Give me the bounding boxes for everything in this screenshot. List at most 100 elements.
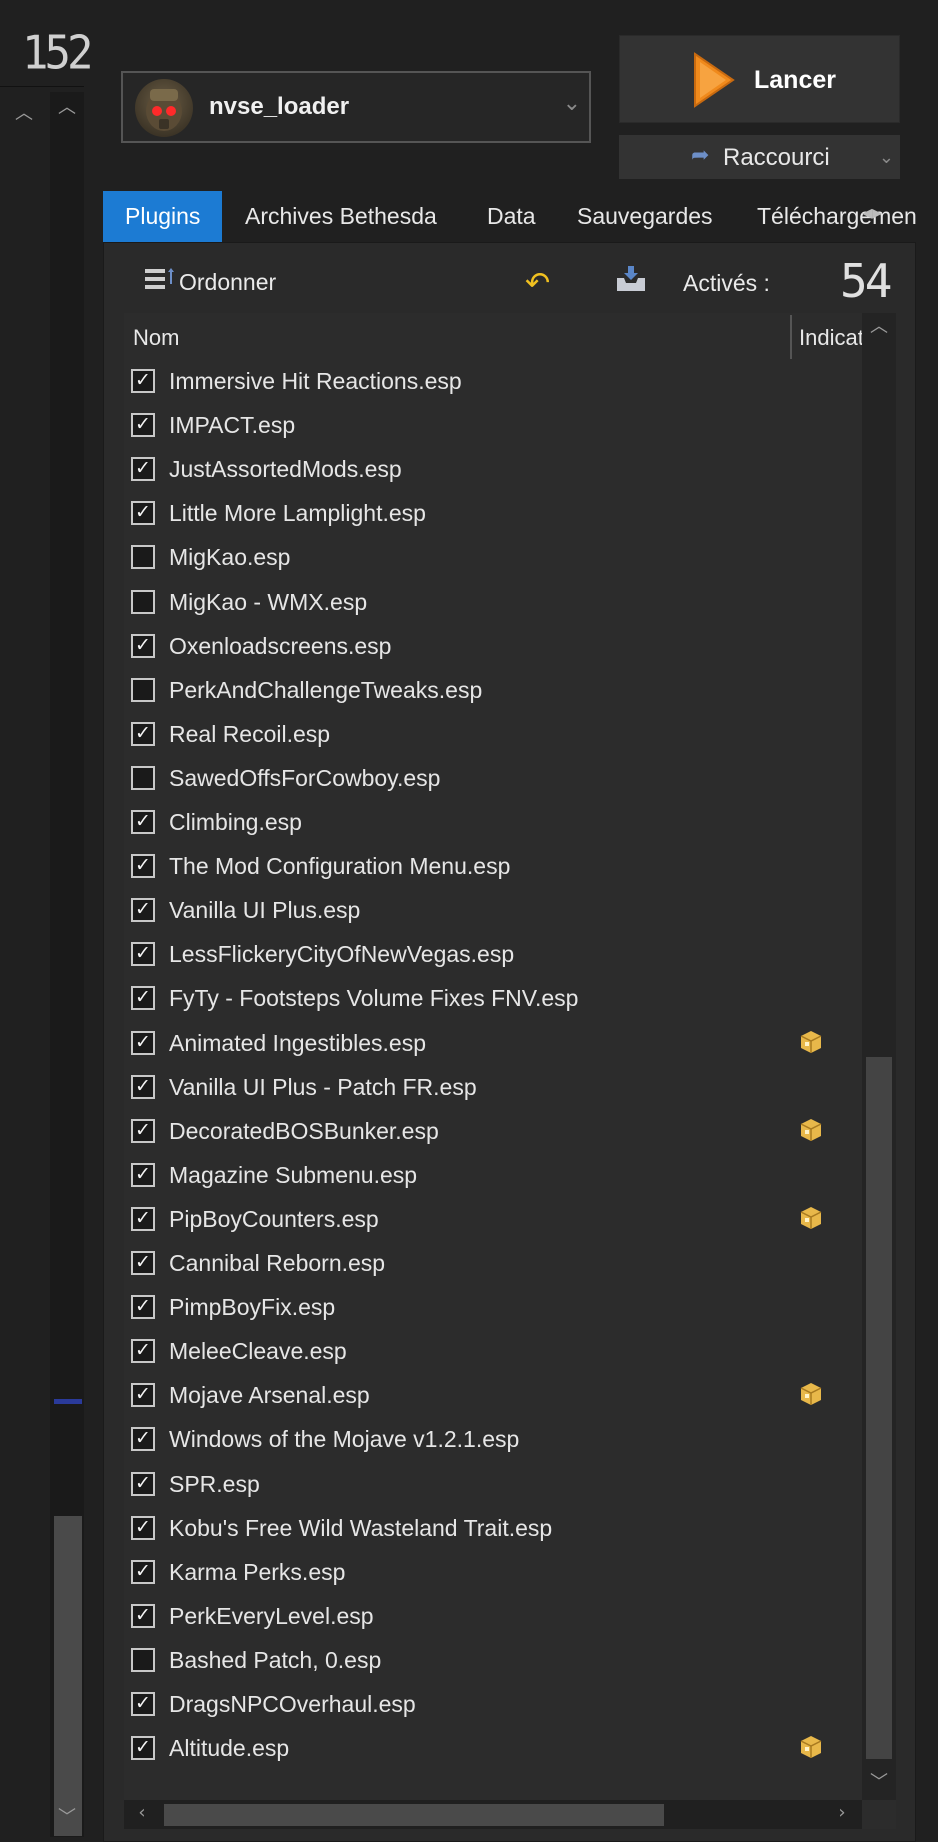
plugin-checkbox[interactable]: ✓: [131, 1295, 155, 1320]
profile-dropdown[interactable]: nvse_loader ⌄: [121, 71, 591, 143]
plugin-checkbox[interactable]: [131, 589, 155, 614]
plugin-checkbox[interactable]: ✓: [131, 369, 155, 393]
checkmark-icon: ✓: [135, 1206, 151, 1229]
plugin-row[interactable]: ✓ SPR.esp: [124, 1464, 862, 1508]
column-header-name[interactable]: Nom: [133, 325, 179, 351]
plugin-checkbox[interactable]: ✓: [131, 1559, 155, 1584]
plugin-row[interactable]: ✓ FyTy - Footsteps Volume Fixes FNV.esp: [124, 978, 862, 1022]
plugin-row[interactable]: ✓ JustAssortedMods.esp: [124, 449, 862, 493]
tab-downloads[interactable]: Téléchargements: [735, 191, 917, 242]
plugin-row[interactable]: ✓ Animated Ingestibles.esp: [124, 1023, 862, 1067]
tab-saves[interactable]: Sauvegardes: [555, 191, 735, 242]
plugin-row[interactable]: ✓ Karma Perks.esp: [124, 1552, 862, 1596]
scroll-up-icon[interactable]: ︿: [869, 317, 889, 337]
plugin-row[interactable]: ✓ Cannibal Reborn.esp: [124, 1243, 862, 1287]
plugin-checkbox[interactable]: ✓: [131, 1339, 155, 1364]
plugin-row[interactable]: ✓ PerkEveryLevel.esp: [124, 1596, 862, 1640]
plugin-row[interactable]: ✓ Windows of the Mojave v1.2.1.esp: [124, 1419, 862, 1463]
plugin-checkbox[interactable]: ✓: [131, 1515, 155, 1540]
tab-archives[interactable]: Archives Bethesda: [223, 191, 459, 242]
list-vertical-thumb[interactable]: [866, 1057, 892, 1759]
tab-scroll-arrows-icon[interactable]: ◂▸: [862, 200, 882, 224]
plugin-checkbox[interactable]: ✓: [131, 1162, 155, 1187]
plugin-checkbox[interactable]: ✓: [131, 1692, 155, 1716]
tab-data[interactable]: Data: [465, 191, 558, 242]
plugin-checkbox[interactable]: ✓: [131, 1206, 155, 1231]
column-divider[interactable]: [790, 315, 792, 359]
plugin-row[interactable]: ✓ Mojave Arsenal.esp: [124, 1375, 862, 1419]
plugin-row[interactable]: ✓ Little More Lamplight.esp: [124, 493, 862, 537]
plugin-name: Mojave Arsenal.esp: [169, 1382, 370, 1409]
plugin-checkbox[interactable]: ✓: [131, 721, 155, 746]
plugin-row[interactable]: ✓ LessFlickeryCityOfNewVegas.esp: [124, 934, 862, 978]
plugin-checkbox[interactable]: ✓: [131, 1427, 155, 1452]
plugin-checkbox[interactable]: ✓: [131, 810, 155, 834]
plugin-checkbox[interactable]: ✓: [131, 898, 155, 923]
plugin-row[interactable]: ✓ DragsNPCOverhaul.esp: [124, 1684, 862, 1728]
list-horizontal-thumb[interactable]: [164, 1804, 664, 1826]
plugin-checkbox[interactable]: ✓: [131, 854, 155, 879]
plugin-checkbox[interactable]: ✓: [131, 942, 155, 967]
plugin-row[interactable]: ✓ DecoratedBOSBunker.esp: [124, 1111, 862, 1155]
plugin-checkbox[interactable]: ✓: [131, 633, 155, 658]
plugin-row[interactable]: ✓ Real Recoil.esp: [124, 714, 862, 758]
checkmark-icon: ✓: [135, 898, 151, 921]
plugin-row[interactable]: ✓ MeleeCleave.esp: [124, 1331, 862, 1375]
plugin-checkbox[interactable]: [131, 765, 155, 790]
plugin-checkbox[interactable]: ✓: [131, 1603, 155, 1628]
left-scroll-up-icon[interactable]: ︿: [57, 98, 77, 118]
launch-button[interactable]: Lancer: [619, 35, 900, 123]
checkmark-icon: ✓: [135, 1118, 151, 1141]
plugin-name: MeleeCleave.esp: [169, 1338, 347, 1365]
plugin-row[interactable]: ✓ Altitude.esp: [124, 1728, 862, 1772]
save-icon[interactable]: [614, 264, 648, 294]
plugin-row[interactable]: ✓ PimpBoyFix.esp: [124, 1287, 862, 1331]
sort-icon[interactable]: [144, 266, 176, 292]
left-scroll-thumb[interactable]: [54, 1516, 82, 1836]
left-scroll-down-icon[interactable]: ﹀: [57, 1808, 77, 1828]
plugin-checkbox[interactable]: [131, 677, 155, 702]
plugin-row[interactable]: ✓ IMPACT.esp: [124, 405, 862, 449]
shortcut-button[interactable]: ➦ Raccourci ⌄: [619, 135, 900, 179]
plugin-checkbox[interactable]: [131, 545, 155, 570]
plugin-checkbox[interactable]: ✓: [131, 1736, 155, 1761]
sort-button[interactable]: Ordonner: [179, 269, 276, 296]
plugin-name: Altitude.esp: [169, 1735, 290, 1762]
plugin-row[interactable]: ✓ PipBoyCounters.esp: [124, 1199, 862, 1243]
plugin-checkbox[interactable]: ✓: [131, 1471, 155, 1496]
plugin-row[interactable]: ✓ Kobu's Free Wild Wasteland Trait.esp: [124, 1508, 862, 1552]
plugin-row[interactable]: ✓ Magazine Submenu.esp: [124, 1155, 862, 1199]
plugin-row[interactable]: MigKao.esp: [124, 537, 862, 581]
plugin-row[interactable]: ✓ The Mod Configuration Menu.esp: [124, 846, 862, 890]
list-horizontal-scrollbar[interactable]: ‹ ›: [124, 1800, 862, 1829]
plugin-checkbox[interactable]: ✓: [131, 1074, 155, 1099]
plugin-row[interactable]: ✓ Vanilla UI Plus.esp: [124, 890, 862, 934]
plugin-checkbox[interactable]: ✓: [131, 413, 155, 438]
plugin-row[interactable]: ✓ Vanilla UI Plus - Patch FR.esp: [124, 1067, 862, 1111]
scroll-left-icon[interactable]: ‹: [132, 1803, 152, 1823]
plugin-checkbox[interactable]: ✓: [131, 457, 155, 482]
plugin-checkbox[interactable]: ✓: [131, 1030, 155, 1055]
plugin-checkbox[interactable]: ✓: [131, 501, 155, 526]
plugin-row[interactable]: SawedOffsForCowboy.esp: [124, 758, 862, 802]
plugin-checkbox[interactable]: [131, 1647, 155, 1672]
plugin-checkbox[interactable]: ✓: [131, 986, 155, 1011]
plugin-row[interactable]: ✓ Oxenloadscreens.esp: [124, 626, 862, 670]
plugin-row[interactable]: PerkAndChallengeTweaks.esp: [124, 670, 862, 714]
plugin-name: SPR.esp: [169, 1470, 260, 1497]
plugin-checkbox[interactable]: ✓: [131, 1118, 155, 1143]
left-collapse-chevron-icon[interactable]: ︿: [14, 104, 34, 124]
tab-plugins[interactable]: Plugins: [103, 191, 223, 242]
undo-icon[interactable]: ↶: [525, 266, 550, 301]
plugin-row[interactable]: Bashed Patch, 0.esp: [124, 1640, 862, 1684]
plugin-row[interactable]: ✓ Climbing.esp: [124, 802, 862, 846]
chevron-down-icon[interactable]: ⌄: [879, 147, 894, 168]
scroll-right-icon[interactable]: ›: [832, 1803, 852, 1823]
plugin-row[interactable]: MigKao - WMX.esp: [124, 582, 862, 626]
plugin-checkbox[interactable]: ✓: [131, 1251, 155, 1275]
scroll-down-icon[interactable]: ﹀: [869, 1773, 889, 1793]
plugin-name: Windows of the Mojave v1.2.1.esp: [169, 1426, 520, 1453]
plugin-checkbox[interactable]: ✓: [131, 1383, 155, 1408]
plugin-row[interactable]: ✓ Immersive Hit Reactions.esp: [124, 361, 862, 405]
list-vertical-scrollbar[interactable]: ︿ ﹀: [862, 313, 896, 1800]
